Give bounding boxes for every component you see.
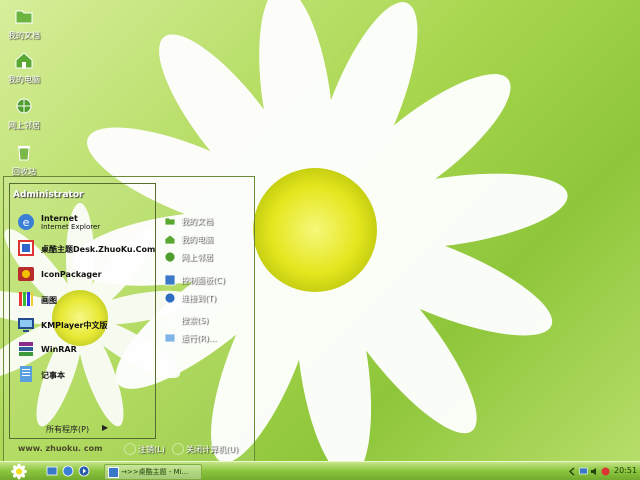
connect-icon bbox=[164, 292, 176, 304]
right-item-my-documents[interactable]: 我的文档 bbox=[164, 214, 252, 230]
program-paint[interactable]: 画图 bbox=[17, 289, 147, 311]
desktop-icon-my-documents[interactable]: 我的文档 bbox=[2, 6, 46, 41]
desktop-icon-network[interactable]: 网上邻居 bbox=[2, 96, 46, 131]
logoff-button[interactable]: 注销(L) bbox=[124, 443, 174, 455]
desktop-icon-label: 我的电脑 bbox=[8, 75, 40, 84]
clock: 20:51 bbox=[614, 466, 638, 475]
program-winrar[interactable]: WinRAR bbox=[17, 339, 147, 361]
desktop-icon-label: 我的文档 bbox=[8, 31, 40, 40]
shutdown-label: 关闭计算机(U) bbox=[186, 445, 239, 454]
right-item-search[interactable]: 搜索(S) bbox=[164, 313, 252, 329]
right-item-connect-to[interactable]: 连接到(T) ▸ bbox=[164, 291, 252, 307]
notepad-icon bbox=[20, 366, 32, 382]
chevron-right-icon: ▸ bbox=[238, 292, 243, 301]
internet-explorer-icon[interactable] bbox=[62, 465, 74, 477]
start-button[interactable] bbox=[8, 463, 30, 480]
program-internet-explorer[interactable]: e Internet Internet Explorer bbox=[17, 212, 147, 234]
desktop-icon-label: 网上邻居 bbox=[8, 121, 40, 130]
run-icon bbox=[164, 333, 176, 343]
right-item-label: 网上邻居 bbox=[181, 253, 213, 262]
house-icon bbox=[15, 52, 33, 69]
documents-icon bbox=[164, 217, 176, 226]
program-title: 记事本 bbox=[41, 371, 65, 380]
start-menu-username: Administrator bbox=[13, 190, 84, 200]
control-panel-icon bbox=[164, 274, 176, 286]
right-item-run[interactable]: 运行(R)... bbox=[164, 331, 252, 347]
logoff-label: 注销(L) bbox=[138, 445, 165, 454]
desktop-icon-recycle-bin[interactable]: 回收站 bbox=[2, 142, 46, 177]
right-item-label: 我的文档 bbox=[181, 217, 213, 226]
network-tray-icon[interactable] bbox=[579, 467, 588, 476]
right-item-label: 连接到(T) bbox=[181, 294, 217, 303]
taskbar: →>>桌酷主题 - Mi... 20:51 bbox=[0, 461, 640, 480]
desktop: 我的文档 我的电脑 网上邻居 回收站 Administrator e Inter… bbox=[0, 0, 640, 480]
chevron-left-icon[interactable] bbox=[568, 467, 577, 476]
search-icon bbox=[164, 314, 176, 326]
window-icon bbox=[108, 467, 119, 478]
shutdown-button[interactable]: 关闭计算机(U) bbox=[172, 443, 248, 455]
program-kmplayer[interactable]: KMPlayer中文版 bbox=[17, 314, 147, 336]
winrar-icon bbox=[19, 342, 33, 356]
power-icon bbox=[172, 443, 184, 455]
desktop-icon-my-computer[interactable]: 我的电脑 bbox=[2, 50, 46, 85]
right-item-label: 搜索(S) bbox=[181, 316, 209, 325]
start-menu: Administrator e Internet Internet Explor… bbox=[3, 176, 255, 462]
program-zhuoku-theme[interactable]: 桌酷主题Desk.ZhuoKu.Com bbox=[17, 238, 155, 260]
site-url: www. zhuoku. com bbox=[18, 444, 103, 453]
internet-explorer-icon: e bbox=[18, 214, 34, 230]
program-subtitle: Internet Explorer bbox=[41, 223, 101, 231]
show-desktop-icon[interactable] bbox=[46, 465, 58, 477]
network-icon bbox=[164, 251, 176, 263]
program-title: Internet bbox=[41, 214, 78, 223]
system-tray: 20:51 bbox=[566, 463, 640, 480]
program-title: KMPlayer中文版 bbox=[41, 321, 108, 330]
taskbar-window-label: →>>桌酷主题 - Mi... bbox=[121, 468, 189, 476]
iconpackager-icon bbox=[18, 267, 34, 281]
right-item-network[interactable]: 网上邻居 bbox=[164, 250, 252, 266]
taskbar-window-button[interactable]: →>>桌酷主题 - Mi... bbox=[104, 464, 202, 480]
globe-icon bbox=[16, 98, 32, 114]
svg-text:e: e bbox=[23, 216, 30, 229]
program-title: 桌酷主题Desk.ZhuoKu.Com bbox=[41, 245, 156, 254]
theme-icon bbox=[18, 240, 34, 256]
right-item-my-computer[interactable]: 我的电脑 bbox=[164, 232, 252, 248]
volume-icon[interactable] bbox=[590, 467, 599, 476]
security-tray-icon[interactable] bbox=[601, 467, 610, 476]
logoff-icon bbox=[124, 443, 136, 455]
program-iconpackager[interactable]: IconPackager bbox=[17, 264, 147, 286]
paint-icon bbox=[19, 292, 33, 306]
kmplayer-icon bbox=[18, 318, 34, 332]
chevron-right-icon: ▶ bbox=[102, 423, 109, 432]
right-item-label: 我的电脑 bbox=[181, 235, 213, 244]
recycle-bin-icon bbox=[18, 146, 30, 161]
program-title: IconPackager bbox=[41, 270, 102, 279]
right-item-label: 控制面板(C) bbox=[181, 276, 225, 285]
right-item-label: 运行(R)... bbox=[181, 334, 217, 343]
program-title: WinRAR bbox=[41, 345, 77, 354]
program-notepad[interactable]: 记事本 bbox=[17, 364, 147, 386]
program-title: 画图 bbox=[41, 296, 57, 305]
right-item-control-panel[interactable]: 控制面板(C) bbox=[164, 273, 252, 289]
all-programs-button[interactable]: 所有程序(P) bbox=[46, 424, 89, 435]
folder-icon bbox=[15, 10, 33, 24]
computer-icon bbox=[164, 234, 176, 245]
media-player-icon[interactable] bbox=[78, 465, 90, 477]
